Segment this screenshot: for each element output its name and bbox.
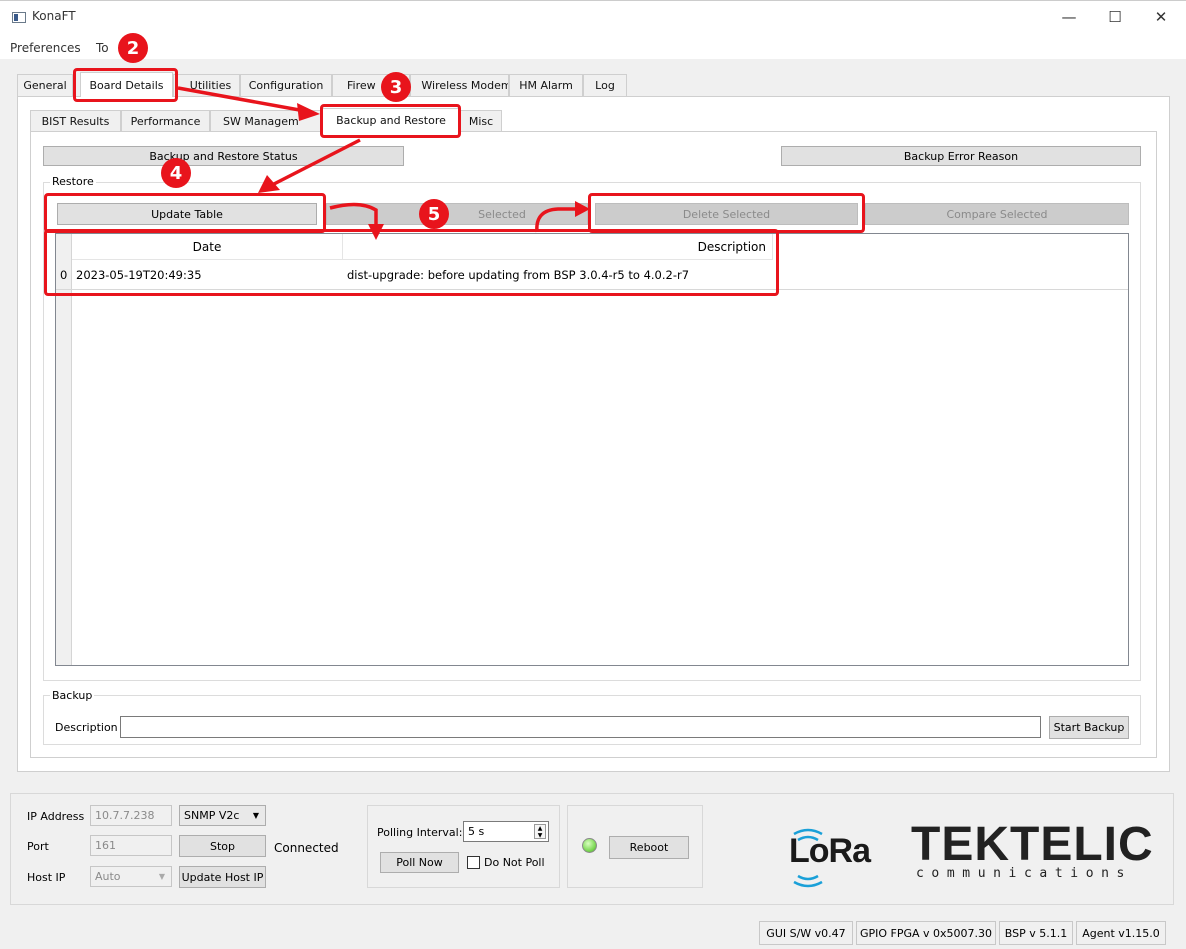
highlight-delete-selected <box>588 193 865 233</box>
status-bsp-version: BSP v 5.1.1 <box>999 921 1073 945</box>
host-ip-label: Host IP <box>27 871 66 884</box>
start-backup-button[interactable]: Start Backup <box>1049 716 1129 739</box>
snmp-version-select[interactable]: SNMP V2c ▼ <box>179 805 266 826</box>
backup-table <box>55 233 1129 666</box>
status-gui-version: GUI S/W v0.47 <box>759 921 853 945</box>
tab-general[interactable]: General <box>17 74 73 96</box>
tab-utilities[interactable]: Utilities <box>173 74 240 96</box>
subtab-misc[interactable]: Misc <box>460 110 502 132</box>
status-led <box>582 838 597 853</box>
port-input[interactable]: 161 <box>90 835 172 856</box>
backup-description-label: Description <box>55 721 118 734</box>
update-host-ip-button[interactable]: Update Host IP <box>179 866 266 888</box>
status-gpio-fpga: GPIO FPGA v 0x5007.30 <box>856 921 996 945</box>
annotation-badge-4: 4 <box>161 158 191 188</box>
chevron-down-icon: ▼ <box>158 872 165 881</box>
ip-address-label: IP Address <box>27 810 85 823</box>
ip-address-input[interactable]: 10.7.7.238 <box>90 805 172 826</box>
snmp-version-value: SNMP V2c <box>184 809 240 822</box>
restore-group-label: Restore <box>50 175 96 188</box>
menu-tools[interactable]: To <box>96 41 109 55</box>
polling-interval-value: 5 s <box>468 825 485 838</box>
polling-interval-label: Polling Interval: <box>377 826 463 839</box>
subtab-sw-management[interactable]: SW Managem <box>210 110 322 132</box>
lora-logo-text: LoRa <box>789 832 871 870</box>
poll-now-button[interactable]: Poll Now <box>380 852 459 873</box>
backup-status-button[interactable]: Backup and Restore Status <box>43 146 404 166</box>
minimize-icon[interactable]: — <box>1046 4 1092 30</box>
port-label: Port <box>27 840 49 853</box>
tektelic-logo-text: TEKTELIC <box>911 818 1154 871</box>
row-header-column <box>56 234 72 665</box>
backup-group-label: Backup <box>50 689 95 702</box>
annotation-badge-5: 5 <box>419 199 449 229</box>
communications-logo-text: communications <box>916 866 1132 881</box>
polling-group <box>367 805 560 888</box>
tab-log[interactable]: Log <box>583 74 627 96</box>
maximize-icon[interactable]: ☐ <box>1092 4 1138 30</box>
do-not-poll-checkbox[interactable] <box>467 856 480 869</box>
menu-bar <box>0 36 1186 60</box>
window-title: KonaFT <box>32 9 76 23</box>
backup-error-reason-button[interactable]: Backup Error Reason <box>781 146 1141 166</box>
title-bar <box>0 0 1186 36</box>
host-ip-value: Auto <box>95 870 121 883</box>
highlight-board-details <box>73 68 178 102</box>
stop-button[interactable]: Stop <box>179 835 266 857</box>
compare-selected-button[interactable]: Compare Selected <box>865 203 1129 225</box>
connection-state: Connected <box>274 841 339 855</box>
highlight-backup-restore <box>320 104 461 138</box>
subtab-bist-results[interactable]: BIST Results <box>30 110 121 132</box>
status-agent-version: Agent v1.15.0 <box>1076 921 1166 945</box>
highlight-update-table <box>44 193 326 233</box>
restore-selected-button[interactable]: Selected <box>326 203 588 225</box>
chevron-down-icon: ▼ <box>252 811 259 820</box>
menu-preferences[interactable]: Preferences <box>10 41 81 55</box>
tab-configuration[interactable]: Configuration <box>240 74 332 96</box>
annotation-badge-2: 2 <box>118 33 148 63</box>
close-icon[interactable]: ✕ <box>1138 4 1184 30</box>
highlight-table-row <box>44 229 779 296</box>
polling-interval-spinbox[interactable]: 5 s ▲ ▼ <box>463 821 549 842</box>
app-icon <box>12 12 26 23</box>
backup-description-input[interactable] <box>120 716 1041 738</box>
subtab-performance[interactable]: Performance <box>121 110 210 132</box>
do-not-poll-label: Do Not Poll <box>484 856 545 869</box>
tab-wireless-modem[interactable]: Wireless Modem <box>410 74 509 96</box>
host-ip-select[interactable]: Auto ▼ <box>90 866 172 887</box>
spin-arrows-icon[interactable]: ▲ ▼ <box>534 824 546 839</box>
reboot-button[interactable]: Reboot <box>609 836 689 859</box>
tab-hm-alarm[interactable]: HM Alarm <box>509 74 583 96</box>
annotation-badge-3: 3 <box>381 72 411 102</box>
